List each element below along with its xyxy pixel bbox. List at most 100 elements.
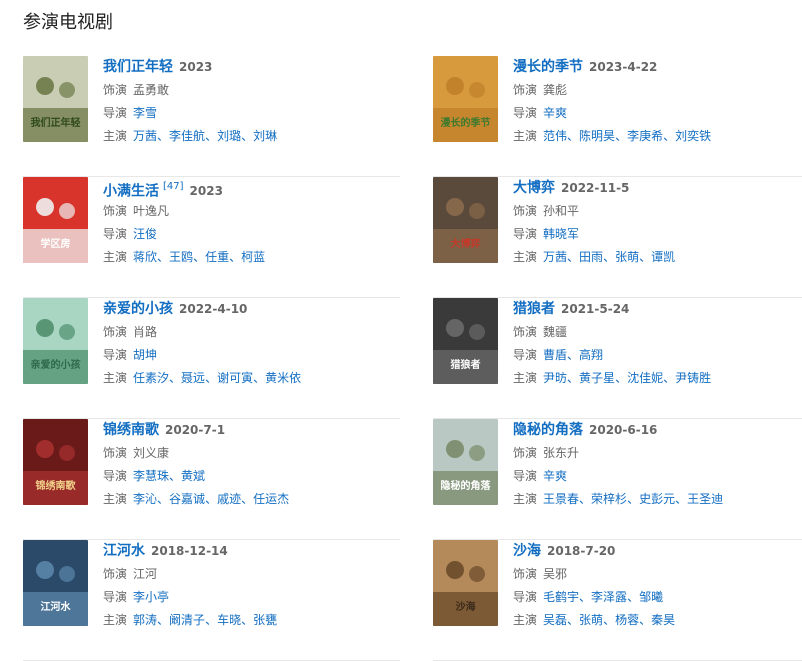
cast-member-link[interactable]: 陈明昊	[579, 129, 615, 143]
cast-member-link[interactable]: 阚清子	[169, 613, 205, 627]
series-title-link[interactable]: 猎狼者	[513, 301, 555, 317]
cast-member-link[interactable]: 谭凯	[651, 250, 675, 264]
poster-image[interactable]: 亲爱的小孩	[23, 298, 88, 384]
cast-member-link[interactable]: 田雨	[579, 250, 603, 264]
role-label: 饰演	[513, 325, 538, 339]
cast-member-link[interactable]: 王景春	[543, 492, 579, 506]
cast-member-link[interactable]: 戚迹	[217, 492, 241, 506]
cast-member-link[interactable]: 李沁	[133, 492, 157, 506]
poster-image[interactable]: 江河水	[23, 540, 88, 626]
role-row: 饰演 吴邪	[513, 563, 802, 586]
director-link[interactable]: 毛鹤宇	[543, 590, 579, 604]
director-link[interactable]: 辛爽	[543, 106, 567, 120]
cast-member-link[interactable]: 蒋欣	[133, 250, 157, 264]
role-name: 江河	[133, 567, 158, 581]
series-title-link[interactable]: 锦绣南歌	[103, 422, 159, 438]
director-row: 导演 辛爽	[513, 465, 802, 488]
cast-member-link[interactable]: 车晓	[217, 613, 241, 627]
tv-series-card: 漫长的季节 漫长的季节 2023-4-22 饰演 龚彪 导演 辛爽 主演 范伟、陈明昊、李庚希、…	[433, 56, 802, 177]
director-link[interactable]: 邹曦	[639, 590, 663, 604]
cast-member-link[interactable]: 王鸥	[169, 250, 193, 264]
list-separator: 、	[567, 348, 580, 362]
cast-member-link[interactable]: 李佳航	[169, 129, 205, 143]
poster-image[interactable]: 我们正年轻	[23, 56, 88, 142]
poster-image[interactable]: 猎狼者	[433, 298, 498, 384]
cast-member-link[interactable]: 刘璐	[217, 129, 241, 143]
cast-member-link[interactable]: 刘琳	[253, 129, 277, 143]
citation-link[interactable]: [47]	[163, 181, 184, 192]
director-link[interactable]: 曹盾	[543, 348, 567, 362]
series-title-link[interactable]: 沙海	[513, 543, 541, 559]
cast-member-link[interactable]: 任重	[205, 250, 229, 264]
cast-member-link[interactable]: 王圣迪	[687, 492, 723, 506]
list-separator: 、	[615, 129, 628, 143]
cast-member-link[interactable]: 刘奕铁	[675, 129, 711, 143]
series-title-link[interactable]: 大博弈	[513, 180, 555, 196]
poster-caption: 江河水	[41, 600, 72, 613]
director-row: 导演 李雪	[103, 102, 400, 125]
cast-member-link[interactable]: 谢可寅	[217, 371, 253, 385]
release-date: 2018-7-20	[547, 544, 616, 558]
cast-member-link[interactable]: 尹昉	[543, 371, 567, 385]
cast-member-link[interactable]: 万茜	[543, 250, 567, 264]
series-title-link[interactable]: 亲爱的小孩	[103, 301, 173, 317]
series-title-link[interactable]: 漫长的季节	[513, 59, 583, 75]
poster-image[interactable]: 大博弈	[433, 177, 498, 263]
cast-member-link[interactable]: 张萌	[579, 613, 603, 627]
series-title-link[interactable]: 江河水	[103, 543, 145, 559]
cast-member-link[interactable]: 任素汐	[133, 371, 169, 385]
series-info: 亲爱的小孩 2022-4-10 饰演 肖路 导演 胡坤 主演 任素汐、聂远、谢可寅、黄米依	[103, 298, 400, 390]
poster-image[interactable]: 学区房	[23, 177, 88, 263]
cast-member-link[interactable]: 秦昊	[651, 613, 675, 627]
cast-member-link[interactable]: 张甕	[253, 613, 277, 627]
list-separator: 、	[663, 129, 676, 143]
director-link[interactable]: 李雪	[133, 106, 157, 120]
poster-image[interactable]: 漫长的季节	[433, 56, 498, 142]
list-separator: 、	[205, 129, 218, 143]
cast-member-link[interactable]: 沈佳妮	[627, 371, 663, 385]
director-link[interactable]: 辛爽	[543, 469, 567, 483]
cast-member-link[interactable]: 范伟	[543, 129, 567, 143]
cast-member-link[interactable]: 谷嘉诚	[169, 492, 205, 506]
cast-label: 主演	[513, 371, 538, 385]
cast-member-link[interactable]: 尹铸胜	[675, 371, 711, 385]
series-title-link[interactable]: 我们正年轻	[103, 59, 173, 75]
release-date: 2020-6-16	[589, 423, 658, 437]
cast-member-link[interactable]: 黄米依	[265, 371, 301, 385]
list-separator: 、	[675, 492, 688, 506]
title-line: 隐秘的角落 2020-6-16	[513, 419, 802, 439]
role-label: 饰演	[103, 446, 128, 460]
cast-member-link[interactable]: 聂远	[181, 371, 205, 385]
director-label: 导演	[513, 227, 538, 241]
director-link[interactable]: 李慧珠	[133, 469, 169, 483]
release-date: 2022-11-5	[561, 181, 630, 195]
director-link[interactable]: 韩晓军	[543, 227, 579, 241]
director-link[interactable]: 胡坤	[133, 348, 157, 362]
cast-member-link[interactable]: 郭涛	[133, 613, 157, 627]
director-link[interactable]: 黄斌	[181, 469, 205, 483]
cast-member-link[interactable]: 柯蓝	[241, 250, 265, 264]
poster-art: 猎狼者	[433, 298, 498, 384]
director-link[interactable]: 高翔	[579, 348, 603, 362]
cast-member-link[interactable]: 荣梓杉	[591, 492, 627, 506]
series-info: 我们正年轻 2023 饰演 孟勇敢 导演 李雪 主演 万茜、李佳航、刘璐、刘琳	[103, 56, 400, 148]
poster-image[interactable]: 沙海	[433, 540, 498, 626]
cast-member-link[interactable]: 黄子星	[579, 371, 615, 385]
cast-member-link[interactable]: 任运杰	[253, 492, 289, 506]
director-link[interactable]: 李小亭	[133, 590, 169, 604]
poster-image[interactable]: 隐秘的角落	[433, 419, 498, 505]
cast-member-link[interactable]: 吴磊	[543, 613, 567, 627]
director-label: 导演	[103, 106, 128, 120]
cast-member-link[interactable]: 万茜	[133, 129, 157, 143]
director-link[interactable]: 李泽露	[591, 590, 627, 604]
cast-member-link[interactable]: 史彭元	[639, 492, 675, 506]
cast-member-link[interactable]: 张萌	[615, 250, 639, 264]
role-name: 魏疆	[543, 325, 568, 339]
series-title-link[interactable]: 小满生活	[103, 183, 159, 199]
cast-member-link[interactable]: 李庚希	[627, 129, 663, 143]
poster-image[interactable]: 锦绣南歌	[23, 419, 88, 505]
series-title-link[interactable]: 隐秘的角落	[513, 422, 583, 438]
director-link[interactable]: 汪俊	[133, 227, 157, 241]
list-separator: 、	[229, 250, 242, 264]
cast-member-link[interactable]: 杨蓉	[615, 613, 639, 627]
